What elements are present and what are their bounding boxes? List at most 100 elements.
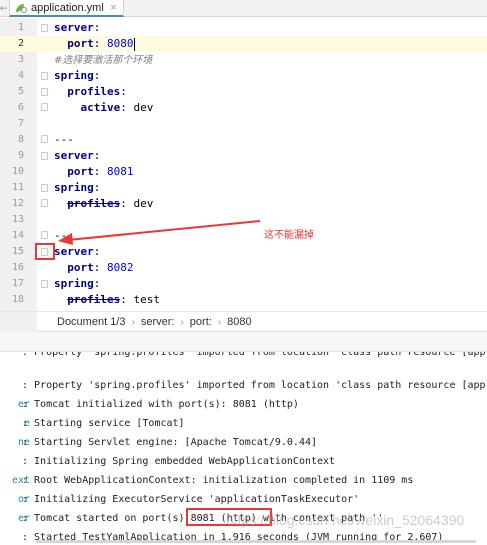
code-editor[interactable]: 1 server: 2 port: 8080 3 #选择要激活那个环境 4 sp… — [0, 18, 487, 311]
code-text: active: dev — [54, 100, 154, 116]
yaml-colon: : — [120, 197, 127, 210]
code-line[interactable]: 7 — [0, 116, 487, 132]
chevron-right-icon: › — [217, 316, 222, 328]
yaml-colon: : — [120, 85, 127, 98]
tab-application-yml[interactable]: application.yml × — [9, 0, 125, 17]
code-text: profiles: — [54, 84, 127, 100]
spring-config-file-icon — [16, 2, 27, 13]
yaml-key: spring — [54, 277, 94, 290]
tab-label: application.yml — [31, 1, 104, 14]
code-line[interactable]: 11 spring: — [0, 180, 487, 196]
yaml-number: 8081 — [107, 165, 134, 178]
code-line[interactable]: 8 --- — [0, 132, 487, 148]
log-message: : Property 'spring.profiles' imported fr… — [22, 380, 486, 391]
line-number: 7 — [17, 118, 24, 129]
code-text: server: — [54, 20, 100, 36]
code-line[interactable]: 18 profiles: test — [0, 292, 487, 308]
log-message: : Starting service [Tomcat] — [22, 418, 185, 429]
code-text: spring: — [54, 276, 100, 292]
watermark: https://blog.csdn.net/weixin_52064390 — [226, 512, 465, 528]
code-line[interactable]: 3 #选择要激活那个环境 — [0, 52, 487, 68]
yaml-colon: : — [93, 21, 101, 34]
line-number: 3 — [17, 54, 24, 65]
fold-end-marker-icon[interactable] — [41, 199, 48, 207]
breadcrumb-document[interactable]: Document 1/3 — [57, 316, 125, 328]
yaml-key: profiles — [67, 85, 121, 98]
code-line[interactable]: 4 spring: — [0, 68, 487, 84]
code-text: profiles: test — [54, 292, 160, 308]
code-text: port: 8080 — [54, 36, 135, 52]
yaml-number: 8082 — [107, 261, 134, 274]
editor-tab-bar: ← application.yml × — [0, 0, 487, 17]
yaml-colon: : — [93, 261, 101, 274]
code-text: port: 8081 — [54, 164, 134, 180]
code-line[interactable]: 17 spring: — [0, 276, 487, 292]
line-number: 15 — [11, 246, 24, 257]
yaml-key-deprecated: profiles — [67, 293, 121, 306]
horizontal-scrollbar[interactable] — [36, 540, 476, 543]
code-line[interactable]: 5 profiles: — [0, 84, 487, 100]
close-icon[interactable]: × — [110, 3, 118, 13]
log-message: : Initializing Spring embedded WebApplic… — [22, 456, 336, 467]
yaml-colon: : — [93, 181, 101, 194]
code-line[interactable]: 1 server: — [0, 20, 487, 36]
line-number: 8 — [17, 134, 24, 145]
yaml-key: server — [54, 149, 94, 162]
breadcrumb-server[interactable]: server: — [141, 316, 175, 328]
yaml-key-deprecated: profiles — [67, 197, 121, 210]
yaml-value: test — [133, 293, 160, 306]
document-separator: --- — [54, 133, 74, 146]
fold-end-marker-icon[interactable] — [41, 135, 48, 143]
code-text: --- — [54, 132, 74, 148]
separator-highlight-box — [35, 243, 55, 260]
fold-marker-icon[interactable] — [41, 24, 48, 32]
code-line-current[interactable]: 2 port: 8080 — [0, 36, 487, 52]
code-line[interactable]: 10 port: 8081 — [0, 164, 487, 180]
code-line[interactable]: 16 port: 8082 — [0, 260, 487, 276]
yaml-value: dev — [133, 101, 154, 114]
code-text: port: 8082 — [54, 260, 134, 276]
yaml-key: port — [67, 165, 94, 178]
fold-end-marker-icon[interactable] — [41, 231, 48, 239]
tab-scroll-left-icon[interactable]: ← — [0, 4, 8, 14]
breadcrumb: Document 1/3 › server: › port: › 8080 — [0, 311, 487, 332]
line-number: 5 — [17, 86, 24, 97]
text-caret — [133, 37, 135, 51]
fold-marker-icon[interactable] — [41, 280, 48, 288]
log-message: : Root WebApplicationContext: initializa… — [22, 475, 414, 486]
yaml-key: port — [67, 37, 94, 50]
line-number: 12 — [11, 198, 24, 209]
chevron-right-icon: › — [131, 316, 135, 328]
fold-marker-icon[interactable] — [41, 184, 48, 192]
yaml-key: active — [80, 101, 121, 114]
log-message: : Initializing ExecutorService 'applicat… — [22, 494, 360, 505]
breadcrumb-port[interactable]: port: — [190, 316, 212, 328]
line-number: 1 — [17, 22, 24, 33]
fold-marker-icon[interactable] — [41, 88, 48, 96]
log-message: : Starting Servlet engine: [Apache Tomca… — [22, 437, 318, 448]
code-line[interactable]: 12 profiles: dev — [0, 196, 487, 212]
console-line: er: Tomcat initialized with port(s): 808… — [0, 395, 487, 414]
yaml-colon: : — [93, 277, 101, 290]
yaml-colon: : — [120, 293, 127, 306]
breadcrumb-value[interactable]: 8080 — [227, 316, 251, 328]
code-line[interactable]: 6 active: dev — [0, 100, 487, 116]
gutter-strip — [0, 312, 37, 332]
fold-marker-icon[interactable] — [41, 152, 48, 160]
console-line: or: Initializing ExecutorService 'applic… — [0, 490, 487, 509]
yaml-colon: : — [93, 69, 101, 82]
breadcrumb-items: Document 1/3 › server: › port: › 8080 — [57, 312, 252, 332]
yaml-colon: : — [120, 101, 127, 114]
fold-end-marker-icon[interactable] — [41, 103, 48, 111]
yaml-key: spring — [54, 69, 94, 82]
annotation-text: 这不能漏掉 — [264, 230, 314, 241]
console-line: : Initializing Spring embedded WebApplic… — [0, 452, 487, 471]
yaml-colon: : — [93, 37, 101, 50]
fold-marker-icon[interactable] — [41, 72, 48, 80]
code-line[interactable]: 9 server: — [0, 148, 487, 164]
panel-splitter[interactable] — [0, 332, 487, 352]
